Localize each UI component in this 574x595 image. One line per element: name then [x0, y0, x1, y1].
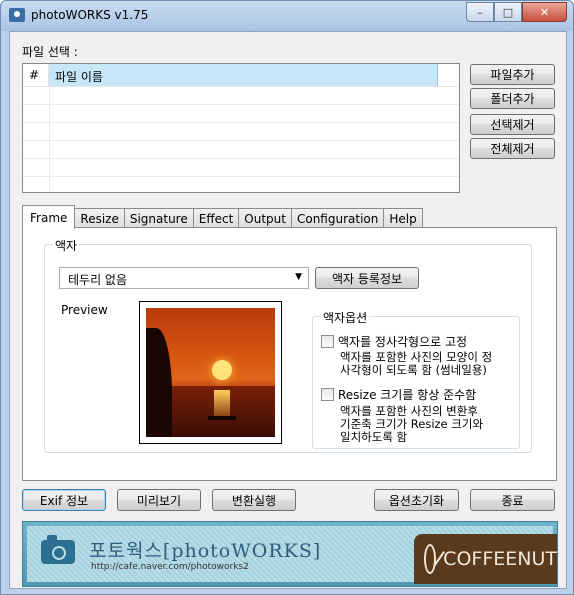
coffeenut-brand: COFFEENUT [443, 548, 557, 570]
frame-tab-panel: 액자 테두리 없음 ▼ 액자 등록정보 Preview 액자옵션 액자를 정사각… [22, 227, 557, 481]
tab-resize[interactable]: Resize [74, 208, 125, 229]
app-camera-icon [9, 8, 25, 22]
reset-options-button[interactable]: 옵션초기화 [374, 489, 459, 511]
add-file-button[interactable]: 파일추가 [470, 64, 555, 85]
coffeenut-logo: COFFEENUT [414, 534, 557, 584]
tab-configuration[interactable]: Configuration [290, 208, 385, 229]
remove-selected-button[interactable]: 선택제거 [470, 114, 555, 135]
tab-effect[interactable]: Effect [192, 208, 240, 229]
square-checkbox-label: 액자를 정사각형으로 고정 [338, 335, 468, 349]
maximize-button[interactable]: □ [494, 2, 522, 22]
frame-groupbox: 액자 테두리 없음 ▼ 액자 등록정보 Preview 액자옵션 액자를 정사각… [44, 237, 532, 453]
camera-icon [41, 535, 75, 564]
file-list[interactable]: # 파일 이름 [22, 63, 460, 193]
cafe-banner[interactable]: 포토웍스[photoWORKS] http://cafe.naver.com/p… [22, 521, 558, 587]
preview-sunset-photo [146, 308, 275, 437]
resize-size-checkbox[interactable]: Resize 크기를 항상 준수함 [321, 386, 476, 403]
coffee-bean-icon [424, 544, 437, 574]
frame-select-value: 테두리 없음 [68, 273, 128, 287]
client-area: 파일 선택 : # 파일 이름 파일추가 폴더추가 선택제거 전체제거 Fram… [9, 31, 567, 589]
title-bar: photoWORKS v1.75 – □ ✕ [1, 1, 573, 31]
column-divider [49, 87, 50, 192]
preview-label: Preview [61, 303, 108, 317]
square-checkbox-box[interactable] [321, 335, 334, 348]
frame-options-label: 액자옵션 [321, 309, 370, 326]
tab-bar: Frame Resize Signature Effect Output Con… [22, 205, 423, 229]
square-desc-line-2: 사각형이 되도록 함 (썸네일용) [340, 363, 487, 377]
tab-signature[interactable]: Signature [123, 208, 194, 229]
exif-info-button[interactable]: Exif 정보 [22, 489, 106, 511]
square-frame-checkbox[interactable]: 액자를 정사각형으로 고정 [321, 333, 467, 350]
preview-image-frame [139, 301, 282, 444]
tab-help[interactable]: Help [383, 208, 423, 229]
resize-desc-line-3: 일치하도록 함 [340, 430, 408, 444]
frame-group-label: 액자 [53, 237, 80, 254]
banner-url[interactable]: http://cafe.naver.com/photoworks2 [91, 562, 249, 572]
window-controls: – □ ✕ [466, 2, 567, 22]
app-window: photoWORKS v1.75 – □ ✕ 파일 선택 : # 파일 이름 파… [0, 0, 574, 595]
frame-options-groupbox: 액자옵션 액자를 정사각형으로 고정 액자를 포함한 사진의 모양이 정 사각형… [312, 309, 520, 449]
exit-button[interactable]: 종료 [470, 489, 555, 511]
column-number[interactable]: # [23, 64, 49, 86]
minimize-button[interactable]: – [466, 2, 494, 22]
cliff-silhouette [146, 328, 172, 437]
sun-shape [212, 360, 232, 380]
tab-output[interactable]: Output [238, 208, 292, 229]
boat-silhouette [208, 416, 236, 420]
file-list-header: # 파일 이름 [23, 64, 459, 87]
column-filename[interactable]: 파일 이름 [49, 64, 438, 86]
file-select-label: 파일 선택 : [22, 45, 78, 59]
convert-run-button[interactable]: 변환실행 [212, 489, 296, 511]
banner-title: 포토웍스[photoWORKS] [89, 540, 322, 562]
close-button[interactable]: ✕ [522, 2, 567, 22]
frame-register-button[interactable]: 액자 등록정보 [315, 267, 419, 289]
preview-button[interactable]: 미리보기 [117, 489, 201, 511]
tab-frame[interactable]: Frame [22, 205, 76, 229]
window-title: photoWORKS v1.75 [31, 8, 149, 22]
file-list-rows [23, 87, 459, 192]
remove-all-button[interactable]: 전체제거 [470, 138, 555, 159]
dropdown-arrow-icon[interactable]: ▼ [295, 272, 302, 282]
resize-checkbox-label: Resize 크기를 항상 준수함 [338, 388, 477, 402]
frame-select-combo[interactable]: 테두리 없음 ▼ [59, 267, 309, 289]
add-folder-button[interactable]: 폴더추가 [470, 88, 555, 109]
resize-checkbox-box[interactable] [321, 388, 334, 401]
